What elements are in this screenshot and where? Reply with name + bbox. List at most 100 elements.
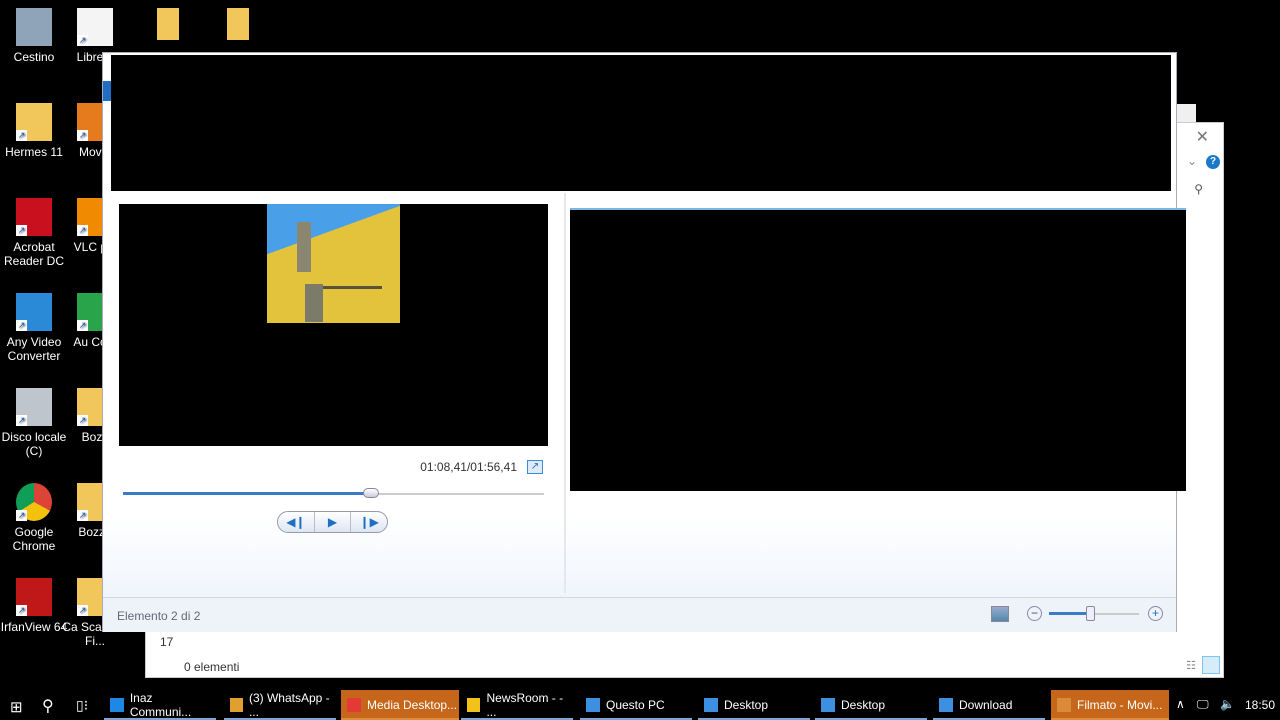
large-icons-view-icon[interactable] — [1202, 656, 1220, 674]
taskbar-item-label: (3) WhatsApp - ... — [248, 691, 330, 719]
details-view-icon[interactable]: ☷ — [1186, 659, 1196, 672]
status-text: Elemento 2 di 2 — [117, 609, 201, 623]
desktop-icon-label: Cestino — [13, 50, 55, 64]
drive-icon: ↗ — [16, 388, 52, 426]
desktop-icon-label: Any Video Converter — [6, 335, 62, 363]
storyboard[interactable] — [570, 208, 1186, 491]
taskbar-item-label: Media Desktop... — [367, 698, 458, 712]
movie-maker-icon — [1057, 698, 1071, 712]
computer-icon — [586, 698, 600, 712]
zoom-in-icon[interactable]: + — [1148, 606, 1163, 621]
shortcut-arrow-icon: ↗ — [16, 320, 27, 331]
desktop-icon-label: Disco locale (C) — [1, 430, 67, 458]
taskbar-item[interactable]: Inaz Communi... — [104, 690, 216, 720]
show-hidden-icons[interactable]: ∧ — [1176, 697, 1185, 711]
irfanview-icon: ↗ — [16, 578, 52, 616]
desktop-icon-label: Acrobat Reader DC — [3, 240, 65, 268]
media-desktop-icon — [347, 698, 361, 712]
shortcut-arrow-icon: ↗ — [77, 35, 88, 46]
taskbar-item[interactable]: NewsRoom - - ... — [461, 690, 573, 720]
shortcut-arrow-icon: ↗ — [77, 605, 88, 616]
folder-shortcut-icon[interactable] — [227, 8, 249, 40]
video-frame — [267, 204, 400, 323]
shortcut-arrow-icon: ↗ — [16, 605, 27, 616]
time-display: 01:08,41/01:56,41 — [420, 460, 517, 474]
desktop-icon[interactable]: ↗ Any Video Converter — [0, 293, 69, 363]
desktop-icon[interactable]: Cestino — [0, 8, 69, 64]
zoom-thumb[interactable] — [1085, 606, 1095, 621]
ribbon-tab-accent — [103, 81, 111, 101]
newsroom-icon — [467, 698, 481, 712]
taskbar-item[interactable]: Download — [933, 690, 1045, 720]
folder-desktop-icon — [821, 698, 835, 712]
acrobat-icon: ↗ — [16, 198, 52, 236]
clock[interactable]: 18:50 — [1245, 698, 1275, 712]
volume-icon[interactable]: 🔈 — [1220, 697, 1235, 711]
playback-controls: ◀❙ ▶ ❙▶ — [277, 511, 388, 533]
close-icon[interactable]: ✕ — [1196, 127, 1209, 147]
taskbar-item[interactable]: (3) WhatsApp - ... — [224, 690, 336, 720]
desktop-icon[interactable]: ↗ IrfanView 64 — [0, 578, 69, 634]
folder-shortcut-icon[interactable] — [157, 8, 179, 40]
video-converter-icon: ↗ — [16, 293, 52, 331]
taskbar-item-label: Desktop — [724, 698, 769, 712]
zoom-out-icon[interactable]: − — [1027, 606, 1042, 621]
thumbnail-size-icon[interactable] — [991, 606, 1009, 622]
shortcut-arrow-icon: ↗ — [77, 510, 88, 521]
desktop-icon-label: Hermes 11 — [5, 145, 63, 159]
taskbar-item[interactable]: Questo PC — [580, 690, 692, 720]
taskbar-item[interactable]: Filmato - Movi... — [1051, 690, 1169, 720]
play-button[interactable]: ▶ — [315, 512, 352, 532]
panel-divider[interactable] — [564, 193, 566, 593]
shortcut-arrow-icon: ↗ — [77, 320, 88, 331]
download-icon — [939, 698, 953, 712]
taskbar-item-label: Download — [959, 698, 1013, 712]
zoom-slider[interactable] — [1049, 606, 1139, 621]
movie-maker-window[interactable]: 01:08,41/01:56,41 ↗ ◀❙ ▶ ❙▶ Elemento 2 d… — [102, 52, 1186, 632]
shortcut-arrow-icon: ↗ — [77, 415, 88, 426]
chrome-icon: ↗ — [16, 483, 52, 521]
folder-icon: ↗ — [16, 103, 52, 141]
search-icon[interactable]: ⚲ — [42, 696, 54, 716]
shortcut-arrow-icon: ↗ — [16, 225, 27, 236]
taskbar-item-label: Desktop — [841, 698, 886, 712]
desktop-icon[interactable]: ↗ Disco locale (C) — [0, 388, 69, 458]
next-frame-button[interactable]: ❙▶ — [351, 512, 387, 532]
taskbar-item-label: Inaz Communi... — [129, 691, 192, 719]
folder-desktop-icon — [704, 698, 718, 712]
seek-slider[interactable] — [123, 488, 544, 498]
taskbar-item[interactable]: Media Desktop... — [341, 690, 459, 720]
taskbar-item-label: NewsRoom - - ... — [486, 691, 564, 719]
shortcut-arrow-icon: ↗ — [16, 510, 27, 521]
previous-frame-button[interactable]: ◀❙ — [278, 512, 315, 532]
zoom-fill — [1049, 612, 1090, 615]
ribbon — [111, 55, 1171, 191]
status-bar: Elemento 2 di 2 − + — [103, 597, 1176, 632]
taskbar-item[interactable]: Desktop — [698, 690, 810, 720]
shortcut-arrow-icon: ↗ — [77, 130, 88, 141]
desktop-icon-label: Google Chrome — [12, 525, 56, 553]
taskbar-item[interactable]: Desktop — [815, 690, 927, 720]
desktop-icon-label: IrfanView 64 — [0, 620, 68, 634]
seek-fill — [123, 492, 372, 495]
fullscreen-icon[interactable]: ↗ — [527, 460, 543, 474]
seek-thumb[interactable] — [363, 488, 380, 498]
explorer-cell: 17 — [160, 635, 174, 649]
chevron-down-icon[interactable]: ⌄ — [1187, 154, 1197, 168]
recycle-bin-icon — [16, 8, 52, 46]
search-icon[interactable]: ⚲ — [1194, 182, 1203, 196]
help-icon[interactable]: ? — [1206, 155, 1220, 169]
explorer-status: 0 elementi — [184, 660, 240, 674]
taskbar-item-label: Questo PC — [606, 698, 665, 712]
document-icon: ↗ — [77, 8, 113, 46]
shortcut-arrow-icon: ↗ — [77, 225, 88, 236]
network-icon[interactable]: 🖵 — [1197, 697, 1209, 712]
start-icon[interactable]: ⊞ — [10, 698, 23, 716]
edge-icon — [110, 698, 124, 712]
desktop-icon[interactable]: ↗ Google Chrome — [0, 483, 69, 553]
preview-screen — [119, 204, 548, 446]
desktop-icon[interactable]: ↗ Hermes 11 — [0, 103, 69, 159]
desktop-icon[interactable]: ↗ Acrobat Reader DC — [0, 198, 69, 268]
task-view-icon[interactable]: ▯⁝ — [76, 697, 88, 714]
chrome-icon — [230, 698, 243, 712]
